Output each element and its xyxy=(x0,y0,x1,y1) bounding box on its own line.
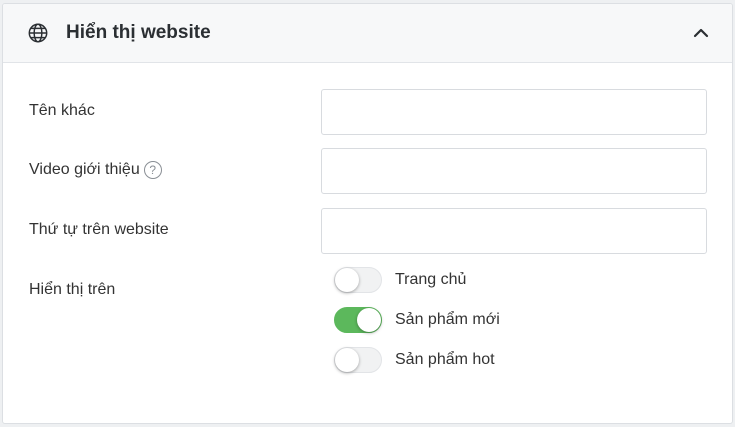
website-display-panel: Hiển thị website Tên khác Video giới thi… xyxy=(2,3,733,424)
display-on-label: Hiển thị trên xyxy=(29,280,115,300)
website-order-label-text: Thứ tự trên website xyxy=(29,221,169,238)
chevron-up-icon xyxy=(693,28,709,38)
new-products-toggle-label: Sản phẩm mới xyxy=(395,311,500,328)
toggle-row-new-products: Sản phẩm mới xyxy=(334,307,500,333)
hot-products-toggle[interactable] xyxy=(334,347,382,373)
globe-icon xyxy=(28,23,48,43)
toggle-knob xyxy=(335,348,359,372)
website-order-field[interactable] xyxy=(321,208,707,254)
alt-name-label-text: Tên khác xyxy=(29,102,95,119)
panel-title: Hiển thị website xyxy=(66,22,211,43)
intro-video-label-text: Video giới thiệu xyxy=(29,161,140,178)
intro-video-field[interactable] xyxy=(321,148,707,194)
collapse-button[interactable] xyxy=(688,20,714,46)
alt-name-field[interactable] xyxy=(321,89,707,135)
question-circle-icon[interactable]: ? xyxy=(143,161,162,179)
homepage-toggle-label: Trang chủ xyxy=(395,271,467,288)
toggle-knob xyxy=(357,308,381,332)
new-products-toggle[interactable] xyxy=(334,307,382,333)
homepage-toggle[interactable] xyxy=(334,267,382,293)
toggle-row-hot-products: Sản phẩm hot xyxy=(334,347,495,373)
website-order-label: Thứ tự trên website xyxy=(29,220,169,240)
alt-name-label: Tên khác xyxy=(29,101,95,121)
display-on-label-text: Hiển thị trên xyxy=(29,281,116,298)
toggle-row-homepage: Trang chủ xyxy=(334,267,466,293)
panel-header[interactable]: Hiển thị website xyxy=(3,4,732,63)
toggle-knob xyxy=(335,268,359,292)
intro-video-label: Video giới thiệu ? xyxy=(29,160,162,180)
hot-products-toggle-label: Sản phẩm hot xyxy=(395,351,495,368)
